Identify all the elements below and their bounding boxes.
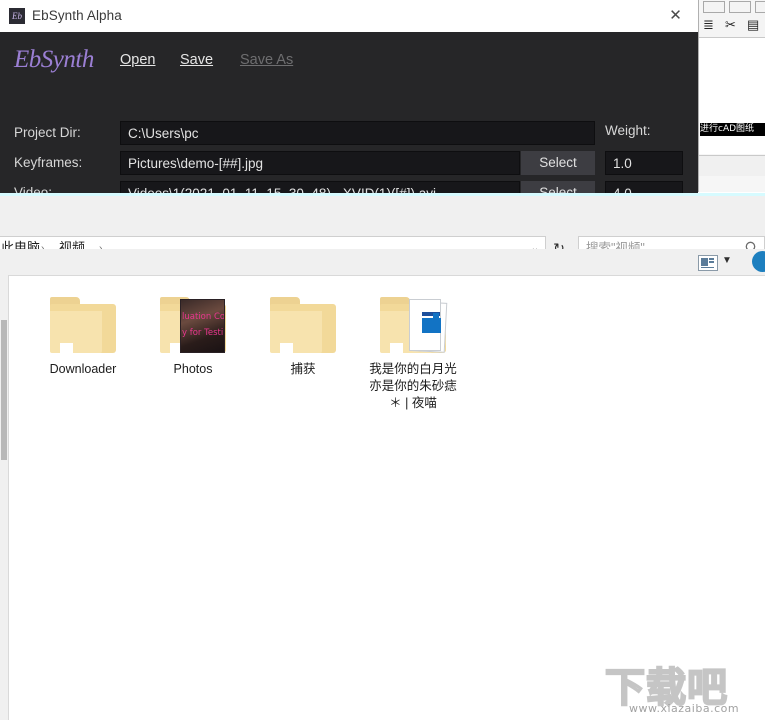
- list-item[interactable]: luation Co y for Testi Photos: [137, 297, 249, 378]
- background-window-document[interactable]: 进行cAD图纸: [699, 38, 765, 154]
- folder-icon: [50, 297, 116, 353]
- background-window-statusbar: [699, 155, 765, 176]
- select-keyframes-button[interactable]: Select: [521, 151, 595, 175]
- bg-tiny-button-2[interactable]: [729, 1, 751, 13]
- folder-icon: luation Co y for Testi: [160, 297, 226, 353]
- scissors-cut-icon[interactable]: ✂: [725, 18, 736, 32]
- menu-save[interactable]: Save: [180, 52, 213, 68]
- folder-documents-preview: [400, 296, 448, 354]
- close-icon[interactable]: ✕: [653, 0, 698, 31]
- ebsynth-window: Eb EbSynth Alpha ✕ EbSynth Open Save Sav…: [0, 0, 698, 235]
- dialog-left-scrollbar[interactable]: [0, 275, 8, 720]
- bg-tiny-button-3[interactable]: [755, 1, 765, 13]
- ebsynth-body: EbSynth Open Save Save As Project Dir: C…: [0, 32, 698, 235]
- ebsynth-window-title: EbSynth Alpha: [32, 8, 122, 23]
- view-layout-icon[interactable]: [698, 255, 718, 271]
- list-item[interactable]: 捕获: [247, 297, 359, 378]
- list-item-label-line-3: ＊ | 夜喵: [389, 396, 437, 410]
- ebsynth-titlebar[interactable]: Eb EbSynth Alpha ✕: [0, 0, 698, 33]
- save-file-dialog: 此电脑 › 视频 › ⌄ ↻ 搜索"视频": [0, 193, 765, 720]
- folder-icon: [270, 297, 336, 353]
- background-window-toolbar[interactable]: ≣ ✂ ▤: [699, 13, 765, 38]
- label-project-dir: Project Dir:: [14, 125, 81, 140]
- copy-icon[interactable]: ▤: [747, 18, 759, 32]
- input-keyframes-weight[interactable]: 1.0: [605, 151, 683, 175]
- bg-tiny-button-1[interactable]: [703, 1, 725, 13]
- menu-save-as: Save As: [240, 52, 294, 68]
- thumbnail-text-line-2: y for Testi: [182, 328, 224, 338]
- input-keyframes[interactable]: Pictures\demo-[##].jpg: [120, 151, 520, 175]
- background-window-titlebar-buttons: [699, 0, 765, 13]
- list-item-label-line-1: 我是你的白月光: [369, 362, 457, 376]
- background-editor-window[interactable]: ≣ ✂ ▤ 进行cAD图纸: [698, 0, 765, 192]
- label-keyframes: Keyframes:: [14, 155, 83, 170]
- input-project-dir[interactable]: C:\Users\pc: [120, 121, 595, 145]
- thumbnail-text-line-1: luation Co: [182, 312, 225, 322]
- scrollbar-thumb[interactable]: [1, 320, 7, 460]
- ebsynth-app-icon: Eb: [9, 8, 25, 24]
- ebsynth-logo: EbSynth: [14, 46, 94, 73]
- file-list-region: Downloader luation Co y for Testi Photos: [0, 275, 765, 720]
- menu-open[interactable]: Open: [120, 52, 155, 68]
- screen: ≣ ✂ ▤ 进行cAD图纸 Eb EbSynth Alpha ✕ EbSynth…: [0, 0, 765, 720]
- dialog-view-toolbar: ▼: [0, 249, 765, 275]
- list-item-label-line-2: 亦是你的朱砂痣: [369, 379, 457, 393]
- file-list[interactable]: Downloader luation Co y for Testi Photos: [8, 275, 765, 720]
- folder-icon: [380, 296, 448, 354]
- list-item-label: 捕获: [290, 362, 316, 376]
- help-circle-icon[interactable]: [752, 251, 765, 272]
- list-item[interactable]: 我是你的白月光 亦是你的朱砂痣 ＊ | 夜喵: [357, 297, 469, 412]
- align-left-icon[interactable]: ≣: [703, 18, 714, 32]
- label-weight-header: Weight:: [605, 123, 651, 138]
- dialog-navigation-bar: 此电脑 › 视频 › ⌄ ↻ 搜索"视频": [0, 214, 765, 260]
- chevron-down-icon-view[interactable]: ▼: [722, 253, 732, 269]
- list-item[interactable]: Downloader: [27, 297, 139, 378]
- background-window-selected-text: 进行cAD图纸: [700, 123, 765, 136]
- list-item-label: Photos: [173, 362, 213, 376]
- folder-thumbnail-preview: luation Co y for Testi: [180, 299, 225, 353]
- list-item-label: Downloader: [49, 362, 117, 376]
